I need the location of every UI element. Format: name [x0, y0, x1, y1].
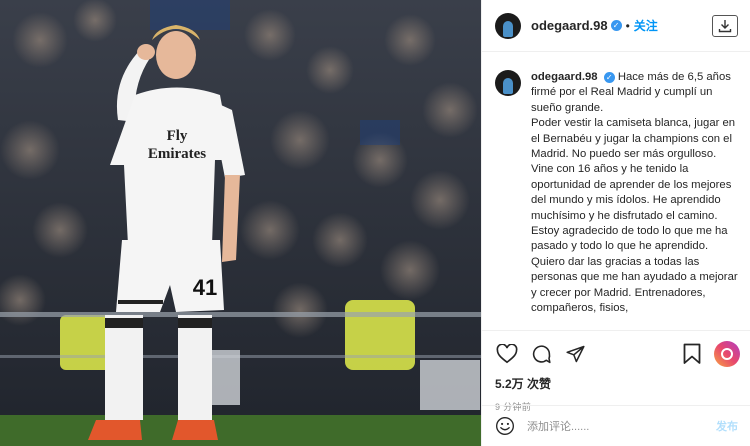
verified-icon: ✓: [610, 20, 622, 31]
caption-avatar[interactable]: [495, 70, 521, 96]
save-button[interactable]: [680, 342, 704, 366]
avatar[interactable]: [495, 12, 521, 39]
shirt-sponsor-line1: Fly: [167, 128, 188, 144]
post-panel: odegaard.98 ✓ • 关注 odegaard.98 ✓ Hace má…: [481, 0, 750, 446]
header-username[interactable]: odegaard.98: [531, 18, 608, 33]
comment-bar: 添加评论...... 发布: [482, 405, 750, 446]
shorts-number: 41: [193, 275, 217, 300]
caption-body: Hace más de 6,5 años firmé por el Real M…: [531, 71, 738, 315]
download-button[interactable]: [712, 14, 738, 37]
emoji-icon[interactable]: [495, 416, 515, 436]
follow-button[interactable]: 关注: [634, 17, 658, 34]
heart-icon: [496, 344, 518, 364]
likes-count[interactable]: 5.2万 次赞: [495, 375, 740, 392]
photo-illustration: Fly Emirates 41: [0, 0, 481, 446]
instagram-icon[interactable]: [714, 341, 740, 367]
post-header: odegaard.98 ✓ • 关注: [482, 0, 750, 52]
caption-text: odegaard.98 ✓ Hace más de 6,5 años firmé…: [531, 70, 740, 317]
post-photo[interactable]: Fly Emirates 41: [0, 0, 481, 446]
like-button[interactable]: [495, 342, 519, 366]
share-icon: [565, 345, 585, 363]
comment-icon: [532, 344, 551, 363]
caption: odegaard.98 ✓ Hace más de 6,5 años firmé…: [482, 53, 750, 329]
separator: •: [625, 18, 630, 33]
comment-input[interactable]: 添加评论......: [527, 418, 589, 434]
share-button[interactable]: [563, 342, 587, 366]
post-comment-button[interactable]: 发布: [716, 418, 738, 434]
shirt-sponsor-line2: Emirates: [148, 146, 206, 162]
post-actions: 5.2万 次赞 9 分钟前: [482, 330, 750, 413]
bookmark-icon: [683, 343, 701, 364]
download-icon: [718, 19, 732, 32]
comment-button[interactable]: [529, 342, 553, 366]
caption-username[interactable]: odegaard.98: [531, 71, 598, 83]
verified-icon: ✓: [603, 72, 615, 84]
